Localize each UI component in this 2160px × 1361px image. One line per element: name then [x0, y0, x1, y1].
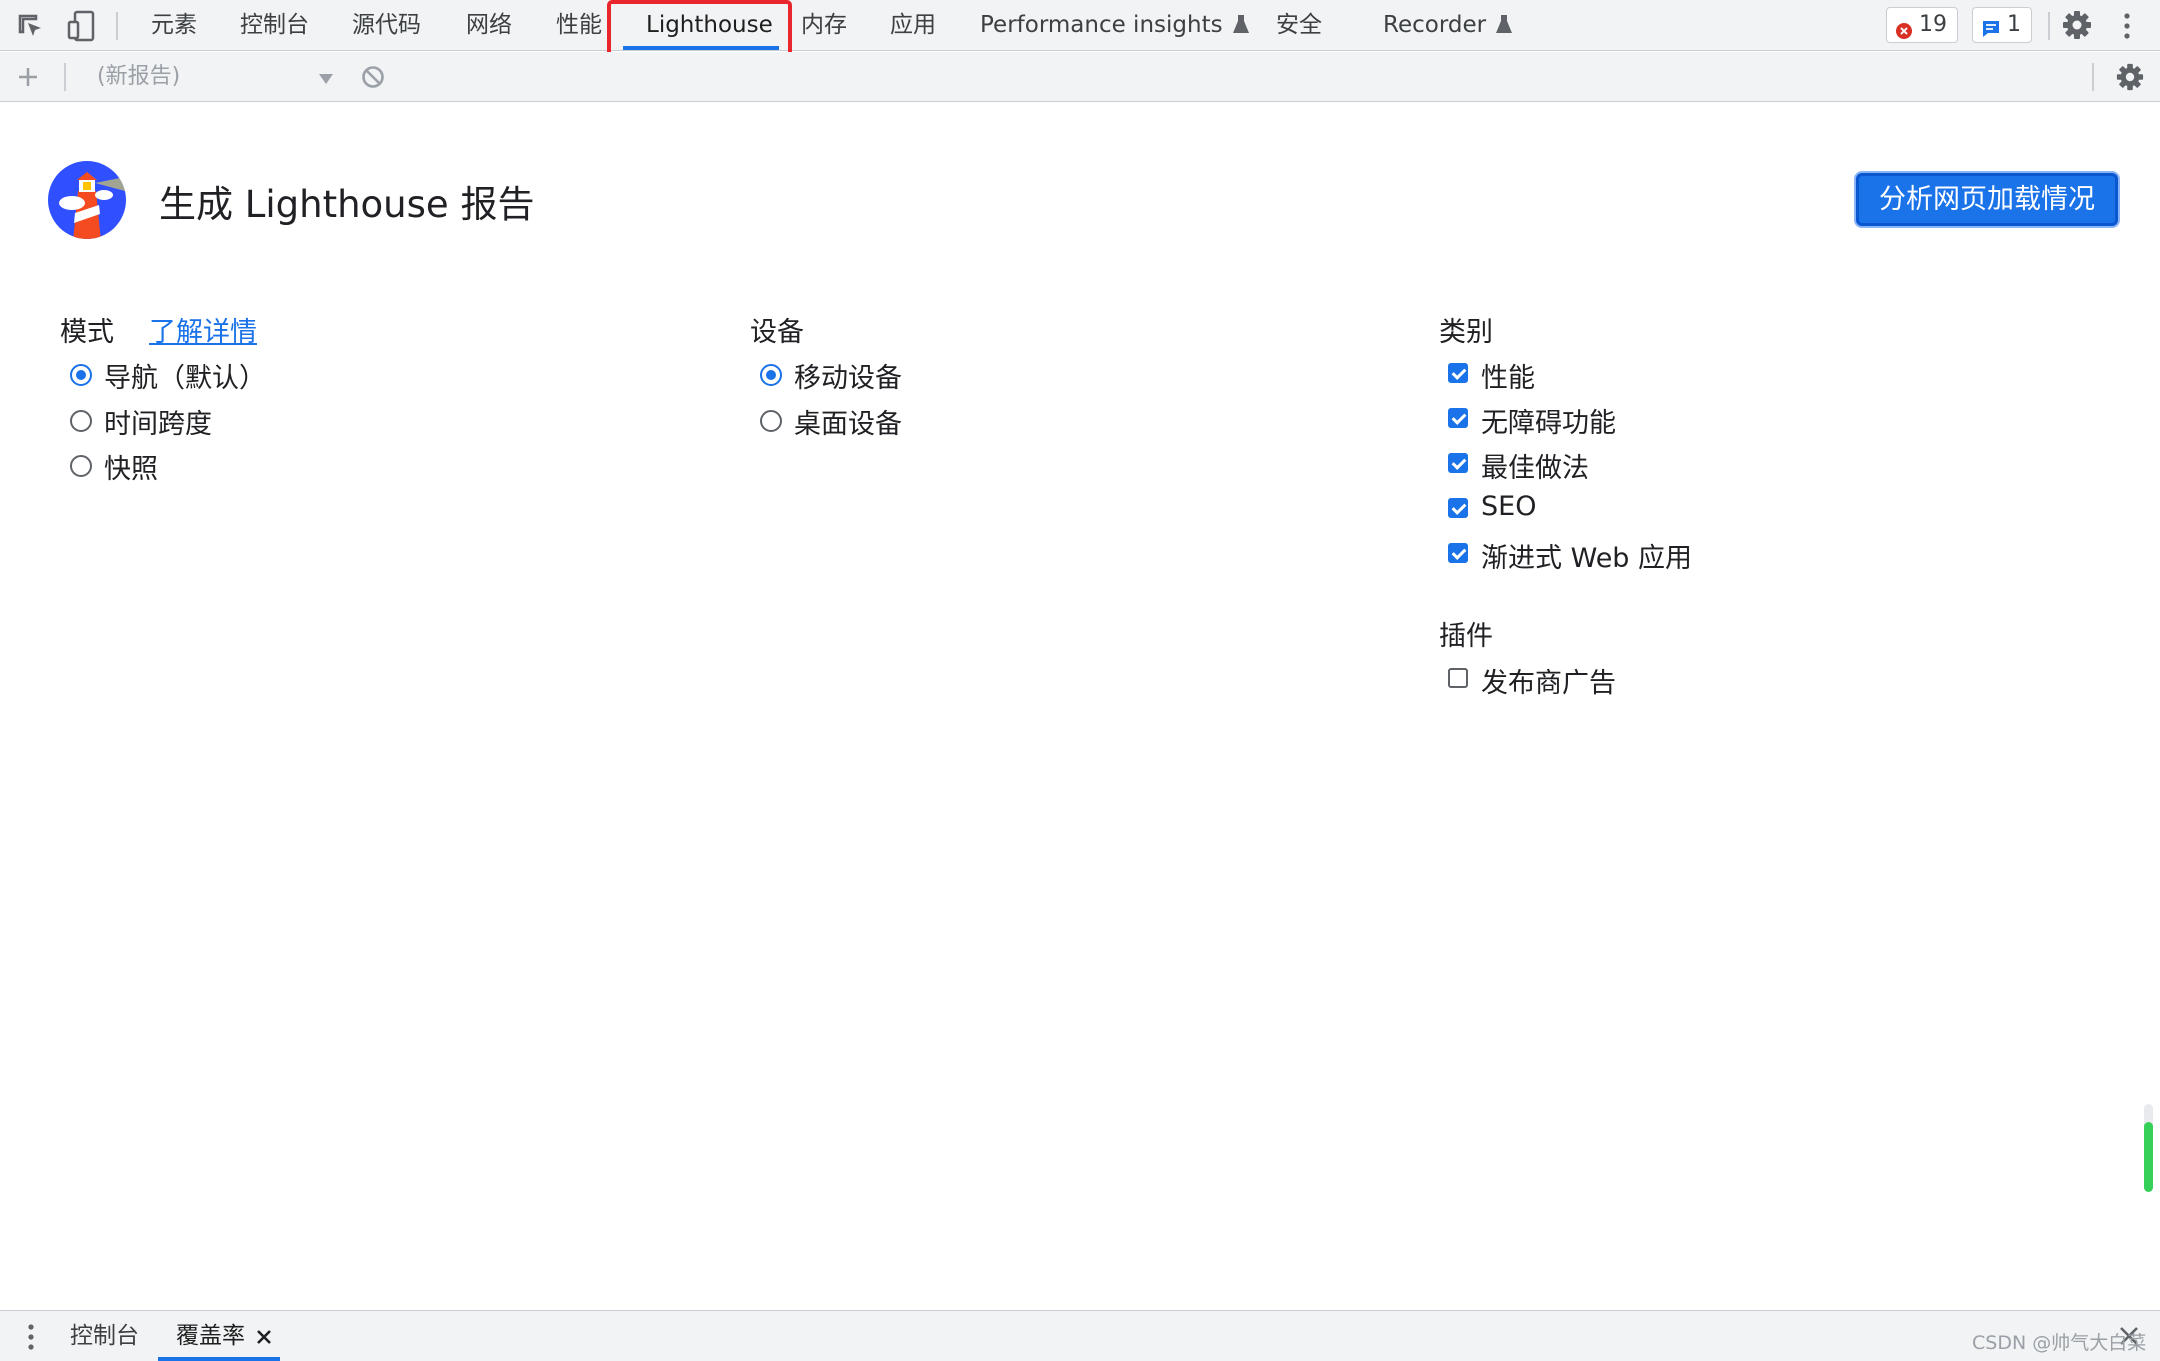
- inspect-element-icon[interactable]: [16, 12, 46, 42]
- messages-badge[interactable]: 1: [1972, 7, 2032, 43]
- bottom-drawer: 控制台 覆盖率: [0, 1310, 2160, 1361]
- experiment-flask-icon: [1496, 2, 1513, 53]
- tab-console[interactable]: 控制台: [240, 0, 309, 51]
- mode-timespan-label[interactable]: 时间跨度: [104, 402, 212, 441]
- messages-count: 1: [2007, 12, 2021, 37]
- analyze-page-load-button[interactable]: 分析网页加载情况: [1856, 173, 2118, 226]
- drawer-active-tab-indicator: [158, 1357, 280, 1361]
- close-coverage-tab-icon[interactable]: [257, 1329, 271, 1344]
- tab-elements[interactable]: 元素: [151, 0, 197, 51]
- device-mobile-radio[interactable]: [760, 364, 782, 386]
- chevron-down-icon[interactable]: [318, 70, 334, 84]
- category-seo-checkbox[interactable]: [1448, 498, 1468, 518]
- drawer-tab-coverage[interactable]: 覆盖率: [176, 1311, 245, 1361]
- tab-performance-insights-label: Performance insights: [980, 12, 1223, 38]
- lighthouse-settings-gear-icon[interactable]: [2116, 63, 2144, 91]
- error-icon: [1895, 17, 1913, 39]
- category-best-practices-label[interactable]: 最佳做法: [1481, 446, 1589, 485]
- settings-gear-icon[interactable]: [2062, 10, 2092, 40]
- device-desktop-radio[interactable]: [760, 410, 782, 432]
- mode-snapshot-radio[interactable]: [70, 455, 92, 477]
- tab-application[interactable]: 应用: [890, 0, 936, 51]
- tab-recorder[interactable]: Recorder: [1383, 0, 1513, 53]
- lighthouse-logo-icon: [48, 161, 126, 239]
- category-performance-label[interactable]: 性能: [1481, 356, 1535, 395]
- tab-memory[interactable]: 内存: [801, 0, 847, 51]
- drawer-menu-icon[interactable]: [26, 1323, 36, 1351]
- category-accessibility-label[interactable]: 无障碍功能: [1481, 401, 1616, 440]
- category-performance-checkbox[interactable]: [1448, 363, 1468, 383]
- tab-security[interactable]: 安全: [1276, 0, 1322, 51]
- lighthouse-toolbar: (新报告): [0, 52, 2160, 102]
- mode-snapshot-label[interactable]: 快照: [104, 447, 158, 486]
- tab-recorder-label: Recorder: [1383, 12, 1487, 38]
- scrollbar-thumb[interactable]: [2144, 1122, 2153, 1192]
- tab-performance[interactable]: 性能: [556, 0, 602, 51]
- plugin-publisher-ads-checkbox[interactable]: [1448, 668, 1468, 688]
- mode-label: 模式: [60, 317, 114, 348]
- watermark: CSDN @帅气大白菜: [1972, 1332, 2147, 1354]
- device-desktop-label[interactable]: 桌面设备: [794, 402, 902, 441]
- report-select[interactable]: (新报告): [97, 52, 180, 101]
- plugin-publisher-ads-label[interactable]: 发布商广告: [1481, 661, 1616, 700]
- categories-label: 类别: [1439, 317, 1493, 348]
- learn-more-link[interactable]: 了解详情: [149, 310, 257, 349]
- plugins-label: 插件: [1439, 621, 1493, 652]
- tab-network[interactable]: 网络: [466, 0, 512, 51]
- drawer-tab-console[interactable]: 控制台: [70, 1311, 139, 1361]
- mode-navigation-radio[interactable]: [70, 364, 92, 386]
- category-pwa-label[interactable]: 渐进式 Web 应用: [1481, 536, 1692, 575]
- device-mobile-label[interactable]: 移动设备: [794, 356, 902, 395]
- more-options-icon[interactable]: [2122, 12, 2132, 40]
- page-title: 生成 Lighthouse 报告: [159, 183, 535, 226]
- plus-icon[interactable]: [16, 65, 40, 89]
- device-label: 设备: [750, 317, 804, 348]
- category-pwa-checkbox[interactable]: [1448, 543, 1468, 563]
- message-icon: [1981, 16, 2001, 37]
- category-accessibility-checkbox[interactable]: [1448, 408, 1468, 428]
- category-seo-label[interactable]: SEO: [1481, 491, 1536, 522]
- category-best-practices-checkbox[interactable]: [1448, 453, 1468, 473]
- mode-navigation-label[interactable]: 导航（默认）: [104, 356, 266, 395]
- devtools-main-tabbar: 元素 控制台 源代码 网络 性能 Lighthouse 内存 应用 Perfor…: [0, 0, 2160, 51]
- device-toolbar-icon[interactable]: [66, 10, 96, 42]
- tab-sources[interactable]: 源代码: [352, 0, 421, 51]
- mode-timespan-radio[interactable]: [70, 410, 92, 432]
- errors-count: 19: [1919, 12, 1947, 37]
- experiment-flask-icon: [1232, 2, 1249, 53]
- errors-badge[interactable]: 19: [1886, 7, 1958, 43]
- tab-performance-insights[interactable]: Performance insights: [980, 0, 1249, 51]
- clear-block-icon[interactable]: [361, 65, 385, 89]
